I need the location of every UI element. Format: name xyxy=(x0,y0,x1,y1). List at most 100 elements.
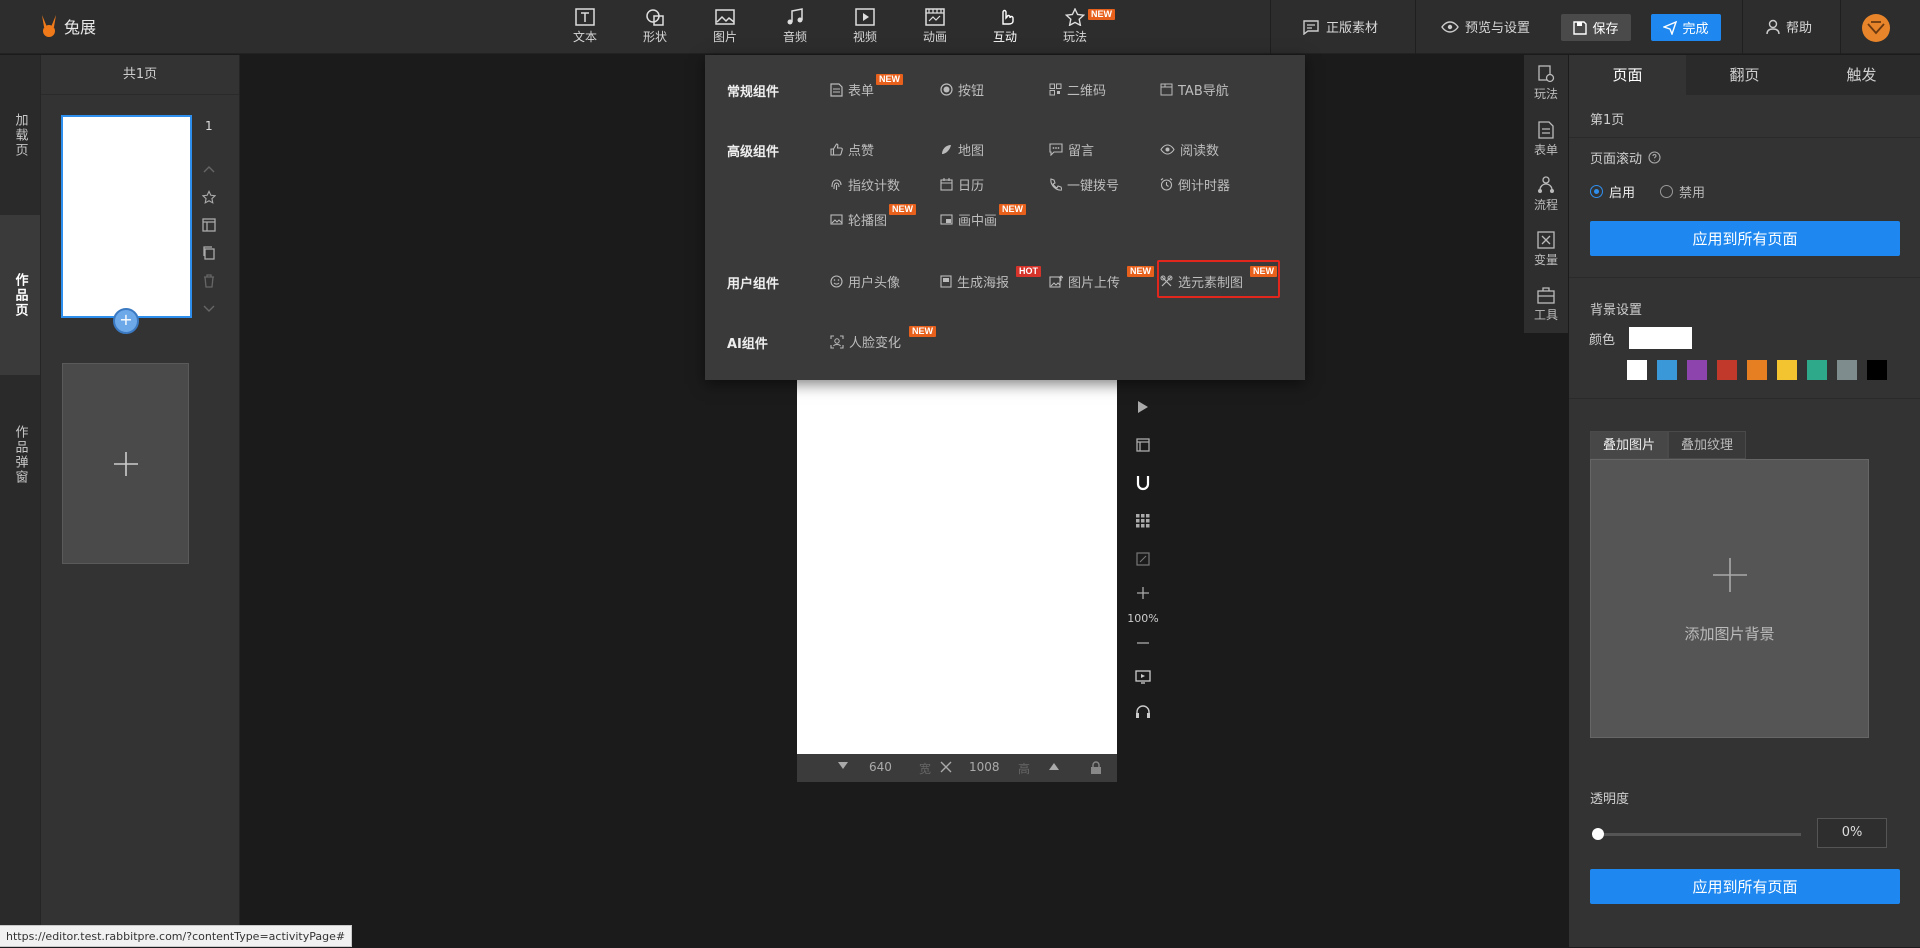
scroll-enable-radio[interactable]: 启用 xyxy=(1590,182,1635,201)
color-swatch-gray[interactable] xyxy=(1837,360,1857,380)
radio-on[interactable] xyxy=(1590,185,1603,198)
component-qrcode[interactable]: 二维码 xyxy=(1049,80,1106,99)
component-pip[interactable]: 画中画 NEW xyxy=(940,204,1026,229)
component-message[interactable]: 留言 xyxy=(1049,140,1094,159)
plus-icon xyxy=(113,451,138,476)
new-page-button[interactable] xyxy=(62,363,189,564)
color-swatch-orange[interactable] xyxy=(1747,360,1767,380)
strip-flow[interactable]: 流程 xyxy=(1524,176,1568,213)
opacity-slider-track[interactable] xyxy=(1596,833,1801,836)
zoom-out-icon[interactable] xyxy=(1126,628,1160,658)
apply-to-all-pages-button[interactable]: 应用到所有页面 xyxy=(1590,221,1900,256)
color-swatch-teal[interactable] xyxy=(1807,360,1827,380)
add-page-after-button[interactable]: + xyxy=(113,308,139,334)
zoom-in-icon[interactable] xyxy=(1126,578,1160,608)
tool-video[interactable]: 视频 xyxy=(840,8,890,45)
strip-label: 工具 xyxy=(1533,308,1558,322)
opacity-input[interactable]: 0% xyxy=(1817,818,1887,848)
component-user-avatar[interactable]: 用户头像 xyxy=(830,272,900,291)
component-read-count[interactable]: 阅读数 xyxy=(1160,140,1219,159)
page-thumbnail[interactable] xyxy=(61,115,192,318)
logo[interactable]: 兔展 xyxy=(38,13,96,39)
music-icon xyxy=(787,8,803,25)
move-up-icon[interactable] xyxy=(201,155,217,183)
color-swatch-black[interactable] xyxy=(1867,360,1887,380)
link-size-icon[interactable] xyxy=(940,761,952,773)
component-button[interactable]: 按钮 xyxy=(940,80,984,99)
layout-icon[interactable] xyxy=(201,211,217,239)
tool-interaction[interactable]: 互动 xyxy=(980,8,1030,45)
tab-trigger[interactable]: 触发 xyxy=(1803,55,1920,95)
page-canvas[interactable] xyxy=(797,379,1117,754)
tab-page-turn[interactable]: 翻页 xyxy=(1686,55,1803,95)
material-button[interactable]: 正版素材 xyxy=(1302,17,1378,36)
tool-shape[interactable]: 形状 xyxy=(630,8,680,45)
component-countdown[interactable]: 倒计时器 xyxy=(1160,175,1230,194)
component-like[interactable]: 点赞 xyxy=(830,140,874,159)
component-map[interactable]: 地图 xyxy=(940,140,984,159)
strip-tools[interactable]: 工具 xyxy=(1524,286,1568,323)
play-icon[interactable] xyxy=(1126,388,1160,426)
width-value[interactable]: 640 xyxy=(869,760,892,774)
move-down-icon[interactable] xyxy=(201,295,217,323)
height-value[interactable]: 1008 xyxy=(969,760,1000,774)
tab-loading-page[interactable]: 加载页 xyxy=(0,55,40,215)
highlight-frame xyxy=(1157,260,1280,298)
strip-variable[interactable]: 变量 xyxy=(1524,231,1568,268)
apply-to-all-pages-button-2[interactable]: 应用到所有页面 xyxy=(1590,869,1900,904)
grid-icon[interactable] xyxy=(1126,502,1160,540)
tool-image[interactable]: 图片 xyxy=(700,8,750,45)
component-tab-nav[interactable]: TAB导航 xyxy=(1160,80,1229,99)
lock-icon[interactable] xyxy=(1090,761,1102,774)
up-arrow-icon[interactable] xyxy=(1049,763,1059,770)
strip-form[interactable]: 表单 xyxy=(1524,121,1568,158)
component-image-upload[interactable]: 图片上传 NEW xyxy=(1049,266,1154,291)
tool-text[interactable]: 文本 xyxy=(560,8,610,45)
layout-icon[interactable] xyxy=(1126,426,1160,464)
tab-overlay-image[interactable]: 叠加图片 xyxy=(1590,431,1669,459)
tool-animation[interactable]: 动画 xyxy=(910,8,960,45)
component-fingerprint[interactable]: 指纹计数 xyxy=(830,175,900,194)
preview-button[interactable]: 预览与设置 xyxy=(1441,17,1530,36)
comment-icon xyxy=(1049,143,1063,156)
help-circle-icon[interactable] xyxy=(1648,151,1661,164)
color-swatch-blue[interactable] xyxy=(1657,360,1677,380)
opacity-slider-knob[interactable] xyxy=(1592,828,1604,840)
trash-icon[interactable] xyxy=(201,267,217,295)
headset-icon[interactable] xyxy=(1126,696,1160,728)
text-icon xyxy=(575,8,595,26)
dropdown-arrow-icon[interactable] xyxy=(838,762,848,769)
radio-off[interactable] xyxy=(1660,185,1673,198)
help-button[interactable]: 帮助 xyxy=(1766,17,1812,36)
tutorial-icon[interactable] xyxy=(1126,658,1160,696)
magnet-icon[interactable] xyxy=(1126,464,1160,502)
component-calendar[interactable]: 日历 xyxy=(940,175,984,194)
avatar[interactable] xyxy=(1862,14,1890,42)
tab-page[interactable]: 页面 xyxy=(1569,55,1686,95)
copy-icon[interactable] xyxy=(201,239,217,267)
tool-label: 图片 xyxy=(712,30,737,44)
fingerprint-icon xyxy=(831,179,842,190)
star-icon[interactable] xyxy=(201,183,217,211)
component-carousel[interactable]: 轮播图 NEW xyxy=(830,204,916,229)
tab-work-popup[interactable]: 作品弹窗 xyxy=(0,375,40,535)
color-swatch-white[interactable] xyxy=(1627,360,1647,380)
tool-audio[interactable]: 音频 xyxy=(770,8,820,45)
tab-overlay-texture[interactable]: 叠加纹理 xyxy=(1668,431,1747,459)
component-dial[interactable]: 一键拨号 xyxy=(1049,175,1119,194)
component-form[interactable]: 表单 NEW xyxy=(830,74,903,99)
color-swatch-red[interactable] xyxy=(1717,360,1737,380)
component-poster[interactable]: 生成海报 HOT xyxy=(940,266,1041,291)
add-background-image[interactable]: 添加图片背景 xyxy=(1590,459,1869,738)
tab-work-page[interactable]: 作品页 xyxy=(0,215,40,375)
tool-gameplay[interactable]: 玩法 NEW xyxy=(1050,8,1115,45)
save-button[interactable]: 保存 xyxy=(1561,14,1631,41)
color-picker[interactable] xyxy=(1629,327,1692,349)
color-swatch-yellow[interactable] xyxy=(1777,360,1797,380)
done-button[interactable]: 完成 xyxy=(1651,14,1721,41)
strip-gameplay[interactable]: 玩法 xyxy=(1524,65,1568,102)
percent-icon[interactable] xyxy=(1126,540,1160,578)
component-face-change[interactable]: 人脸变化 NEW xyxy=(830,326,936,351)
scroll-disable-radio[interactable]: 禁用 xyxy=(1660,182,1705,201)
color-swatch-purple[interactable] xyxy=(1687,360,1707,380)
